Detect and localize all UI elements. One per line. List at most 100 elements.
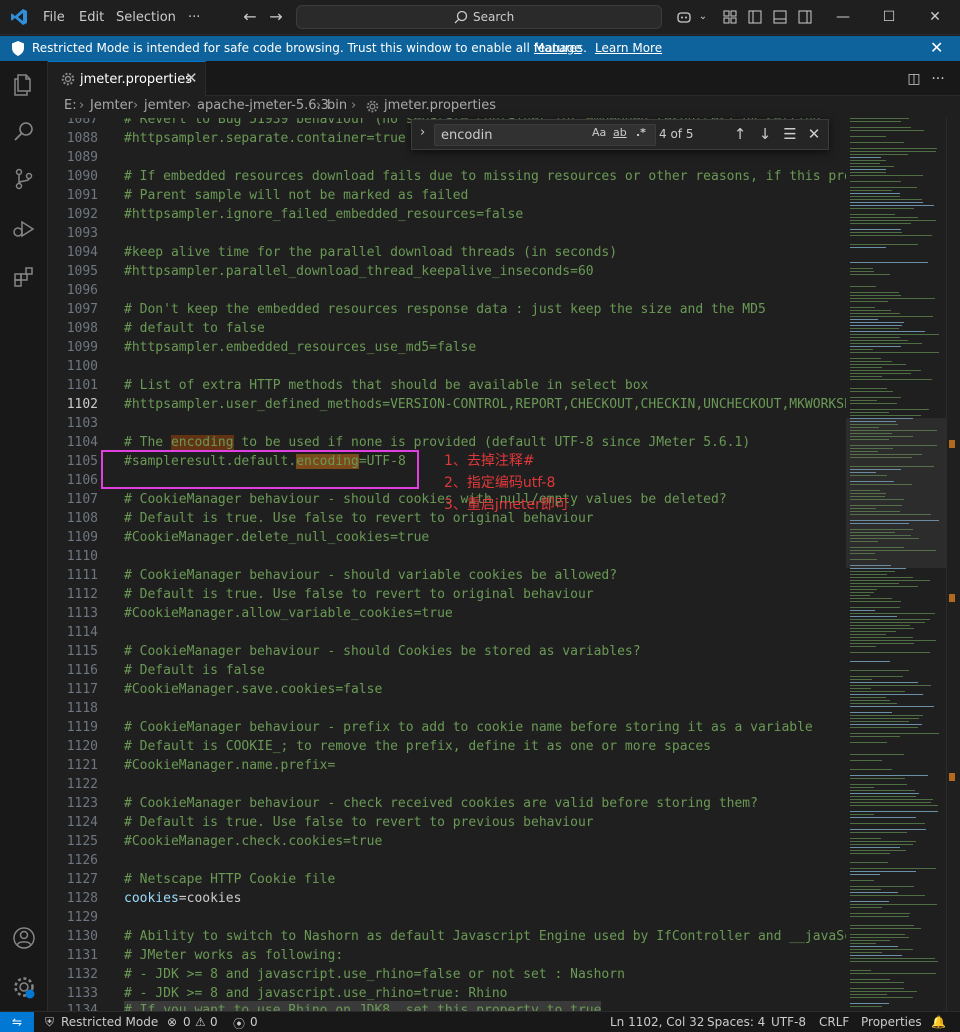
search-view-icon[interactable] (12, 119, 36, 143)
indentation[interactable]: Spaces: 4 (707, 1015, 765, 1029)
breadcrumb-item[interactable]: apache-jmeter-5.6.3 (197, 98, 329, 113)
cursor-position[interactable]: Ln 1102, Col 32 (610, 1015, 704, 1029)
code-line[interactable]: #CookieManager.save.cookies=false (124, 680, 382, 699)
toggle-panel-icon[interactable] (772, 9, 788, 25)
manage-link[interactable]: Manage (534, 41, 582, 55)
command-center-search[interactable]: Search (296, 5, 662, 29)
code-editor[interactable]: 1087 # Revert to Bug 51939 behaviour (no… (48, 118, 846, 1011)
code-line[interactable]: #httpsampler.parallel_download_thread_ke… (124, 262, 594, 281)
close-tab-icon[interactable]: ✕ (185, 69, 198, 87)
toggle-sidebar-icon[interactable] (747, 9, 763, 25)
code-line[interactable]: cookies=cookies (124, 889, 241, 908)
restricted-mode-status[interactable]: Restricted Mode (61, 1015, 158, 1029)
error-count[interactable]: 0 (183, 1015, 191, 1029)
run-debug-icon[interactable] (12, 216, 36, 240)
breadcrumb-item[interactable]: jemter (144, 98, 187, 113)
maximize-icon[interactable]: ☐ (866, 0, 912, 35)
menu-more[interactable]: ··· (188, 0, 200, 35)
find-in-selection-icon[interactable]: ☰ (780, 124, 800, 144)
chevron-down-icon[interactable]: ⌄ (692, 7, 714, 29)
error-icon[interactable]: ⊗ (167, 1015, 177, 1029)
extensions-icon[interactable] (12, 265, 36, 289)
split-editor-icon[interactable]: ◫ (906, 71, 922, 87)
code-line[interactable]: #httpsampler.separate.container=true (124, 129, 406, 148)
minimap-line (850, 331, 925, 332)
remote-indicator-icon[interactable]: ⇋ (0, 1012, 34, 1032)
minimap-line (850, 268, 873, 269)
code-line[interactable]: # List of extra HTTP methods that should… (124, 376, 648, 395)
minimap-line (850, 706, 934, 707)
code-line[interactable]: # If embedded resources download fails d… (124, 167, 846, 186)
ports-icon[interactable]: ⦿ (233, 1015, 245, 1032)
breadcrumb-item[interactable]: jmeter.properties (384, 98, 496, 113)
minimize-icon[interactable]: — (820, 0, 866, 35)
code-line[interactable]: # CookieManager behaviour - check receiv… (124, 794, 758, 813)
minimap-line (850, 151, 936, 152)
code-line[interactable]: # Default is true. Use false to revert t… (124, 585, 594, 604)
close-window-icon[interactable]: ✕ (912, 0, 958, 35)
minimap-viewport[interactable] (846, 418, 946, 568)
previous-match-icon[interactable]: ↑ (730, 124, 750, 144)
minimap-line (850, 598, 892, 599)
minimap-line (850, 274, 890, 275)
code-line[interactable]: # CookieManager behaviour - should cooki… (124, 490, 727, 509)
back-arrow-icon[interactable]: ← (239, 7, 261, 29)
next-match-icon[interactable]: ↓ (755, 124, 775, 144)
language-mode[interactable]: Properties (861, 1015, 922, 1029)
menu-file[interactable]: File (43, 0, 65, 35)
code-line[interactable]: #httpsampler.user_defined_methods=VERSIO… (124, 395, 846, 414)
close-banner-icon[interactable]: ✕ (930, 38, 943, 57)
notifications-bell-icon[interactable]: 🔔 (931, 1015, 946, 1029)
code-line[interactable]: # Default is false (124, 661, 265, 680)
breadcrumb-item[interactable]: bin (327, 98, 347, 113)
match-case-icon[interactable]: Aa (592, 126, 606, 139)
code-line[interactable]: # Ability to switch to Nashorn as defaul… (124, 927, 846, 946)
warning-icon[interactable]: ⚠ (195, 1015, 206, 1029)
code-line[interactable]: #CookieManager.allow_variable_cookies=tr… (124, 604, 453, 623)
menu-edit[interactable]: Edit (79, 0, 104, 35)
explorer-icon[interactable] (12, 73, 36, 97)
code-line[interactable]: #CookieManager.name.prefix= (124, 756, 335, 775)
minimap-line (850, 682, 918, 683)
learn-more-link[interactable]: Learn More (595, 41, 662, 55)
code-line[interactable]: # Default is COOKIE_; to remove the pref… (124, 737, 711, 756)
close-find-icon[interactable]: ✕ (804, 124, 824, 144)
breadcrumb-item[interactable]: Jemter (90, 98, 133, 113)
code-line[interactable]: # Parent sample will not be marked as fa… (124, 186, 468, 205)
match-whole-word-icon[interactable]: ab (613, 126, 627, 139)
manage-gear-icon[interactable] (12, 975, 36, 999)
minimap[interactable] (846, 118, 946, 1011)
code-line[interactable]: # CookieManager behaviour - should varia… (124, 566, 617, 585)
breadcrumb-item[interactable]: E: (64, 98, 77, 113)
vertical-scrollbar[interactable] (946, 118, 960, 1011)
code-line[interactable]: # If you want to use Rhino on JDK8, set … (124, 1001, 602, 1011)
code-line[interactable]: #httpsampler.embedded_resources_use_md5=… (124, 338, 476, 357)
customize-layout-icon[interactable] (722, 9, 738, 25)
regex-icon[interactable]: .* (636, 126, 646, 139)
code-line[interactable]: # Don't keep the embedded resources resp… (124, 300, 766, 319)
ports-count[interactable]: 0 (250, 1015, 258, 1029)
code-line[interactable]: # Default is true. Use false to revert t… (124, 813, 594, 832)
code-line[interactable]: # CookieManager behaviour - prefix to ad… (124, 718, 813, 737)
toggle-replace-icon[interactable]: › (420, 125, 425, 140)
code-line[interactable]: # JMeter works as following: (124, 946, 343, 965)
code-line[interactable]: #keep alive time for the parallel downlo… (124, 243, 617, 262)
tab-jmeter-properties[interactable]: jmeter.properties ✕ (48, 61, 206, 96)
code-line[interactable]: # - JDK >= 8 and javascript.use_rhino=fa… (124, 965, 625, 984)
code-line[interactable]: # Netscape HTTP Cookie file (124, 870, 335, 889)
code-line[interactable]: #httpsampler.ignore_failed_embedded_reso… (124, 205, 523, 224)
forward-arrow-icon[interactable]: → (265, 7, 287, 29)
code-line[interactable]: #CookieManager.delete_null_cookies=true (124, 528, 429, 547)
code-line[interactable]: # default to false (124, 319, 265, 338)
more-actions-icon[interactable]: ··· (930, 71, 946, 87)
code-line[interactable]: # CookieManager behaviour - should Cooki… (124, 642, 641, 661)
source-control-icon[interactable] (12, 167, 36, 191)
file-encoding[interactable]: UTF-8 (771, 1015, 806, 1029)
menu-selection[interactable]: Selection (116, 0, 176, 35)
warning-count[interactable]: 0 (210, 1015, 218, 1029)
toggle-secondary-sidebar-icon[interactable] (797, 9, 813, 25)
account-icon[interactable] (12, 926, 36, 950)
code-line[interactable]: #CookieManager.check.cookies=true (124, 832, 382, 851)
copilot-icon[interactable] (676, 9, 692, 25)
end-of-line[interactable]: CRLF (819, 1015, 849, 1029)
